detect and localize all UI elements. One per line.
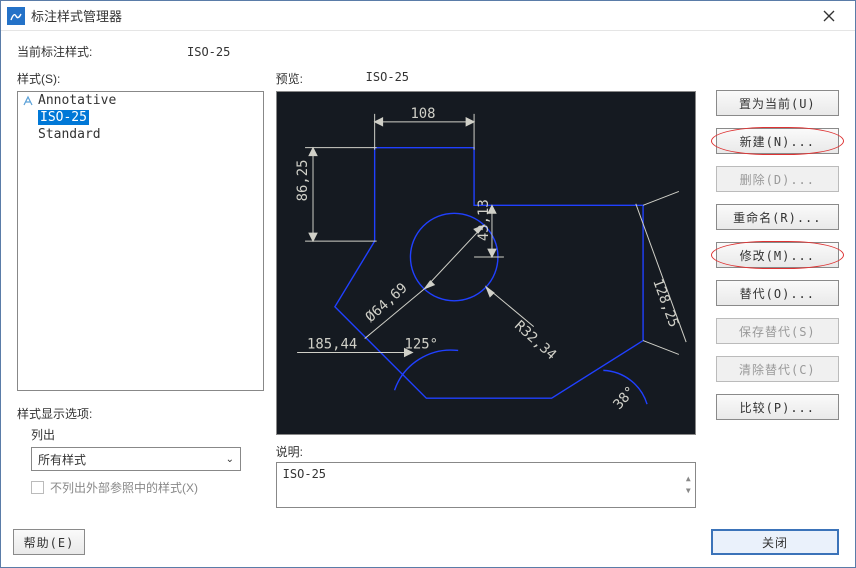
dim-radius: R32,34 <box>511 318 559 364</box>
preview-style-name: ISO-25 <box>366 70 409 87</box>
exclude-xref-checkbox: 不列出外部参照中的样式(X) <box>31 479 264 496</box>
modify-button[interactable]: 修改(M)... <box>716 242 839 268</box>
dim-left: 86,25 <box>295 159 311 201</box>
style-item-label: Annotative <box>38 93 116 108</box>
clear-override-button: 清除替代(C) <box>716 356 839 382</box>
style-list[interactable]: Annotative ISO-25 Standard <box>17 91 264 391</box>
current-style-label: 当前标注样式: <box>17 43 117 60</box>
dim-baseline: 185,44 <box>307 337 357 353</box>
dim-vert-short: 43,13 <box>476 199 492 241</box>
app-icon <box>7 7 25 25</box>
close-button[interactable]: 关闭 <box>711 529 839 555</box>
chevron-down-icon[interactable]: ▼ <box>686 488 691 494</box>
checkbox-icon <box>31 481 44 494</box>
list-item[interactable]: Annotative <box>18 92 263 109</box>
preview-label: 预览: <box>276 70 366 87</box>
delete-button: 删除(D)... <box>716 166 839 192</box>
description-text: ISO-25 <box>283 467 326 503</box>
preview-canvas: 108 86,25 43,13 Ø64,69 R32,34 128,25 125… <box>276 91 696 435</box>
description-scroll[interactable]: ▲ ▼ <box>686 476 691 494</box>
style-item-label: Standard <box>38 127 101 142</box>
titlebar: 标注样式管理器 <box>1 1 855 31</box>
annotative-icon <box>22 95 34 107</box>
styles-label: 样式(S): <box>17 70 264 87</box>
set-current-button[interactable]: 置为当前(U) <box>716 90 839 116</box>
compare-button[interactable]: 比较(P)... <box>716 394 839 420</box>
description-label: 说明: <box>276 443 696 460</box>
display-options-title: 样式显示选项: <box>17 405 264 422</box>
list-item[interactable]: Standard <box>18 126 263 143</box>
close-icon[interactable] <box>809 2 849 30</box>
dim-angle: 125° <box>404 337 438 353</box>
dim-diag: 128,25 <box>649 277 681 330</box>
dim-dia: Ø64,69 <box>362 280 410 326</box>
style-filter-dropdown[interactable]: 所有样式 ⌄ <box>31 447 241 471</box>
window-title: 标注样式管理器 <box>31 6 809 25</box>
help-button[interactable]: 帮助(E) <box>13 529 85 555</box>
dialog-window: 标注样式管理器 当前标注样式: ISO-25 样式(S): Annotative <box>0 0 856 568</box>
override-button[interactable]: 替代(O)... <box>716 280 839 306</box>
style-item-label: ISO-25 <box>38 110 89 125</box>
description-box: ISO-25 ▲ ▼ <box>276 462 696 508</box>
list-item[interactable]: ISO-25 <box>18 109 263 126</box>
dropdown-value: 所有样式 <box>38 451 86 468</box>
dialog-content: 当前标注样式: ISO-25 样式(S): Annotative ISO-25 <box>1 31 855 567</box>
dim-ang-right: 38° <box>610 383 639 412</box>
new-button[interactable]: 新建(N)... <box>716 128 839 154</box>
chevron-up-icon[interactable]: ▲ <box>686 476 691 482</box>
dim-top: 108 <box>410 106 435 122</box>
checkbox-label: 不列出外部参照中的样式(X) <box>50 479 198 496</box>
current-style-row: 当前标注样式: ISO-25 <box>17 43 839 60</box>
save-override-button: 保存替代(S) <box>716 318 839 344</box>
chevron-down-icon: ⌄ <box>226 454 234 465</box>
current-style-value: ISO-25 <box>187 45 230 59</box>
rename-button[interactable]: 重命名(R)... <box>716 204 839 230</box>
list-label: 列出 <box>31 426 264 443</box>
